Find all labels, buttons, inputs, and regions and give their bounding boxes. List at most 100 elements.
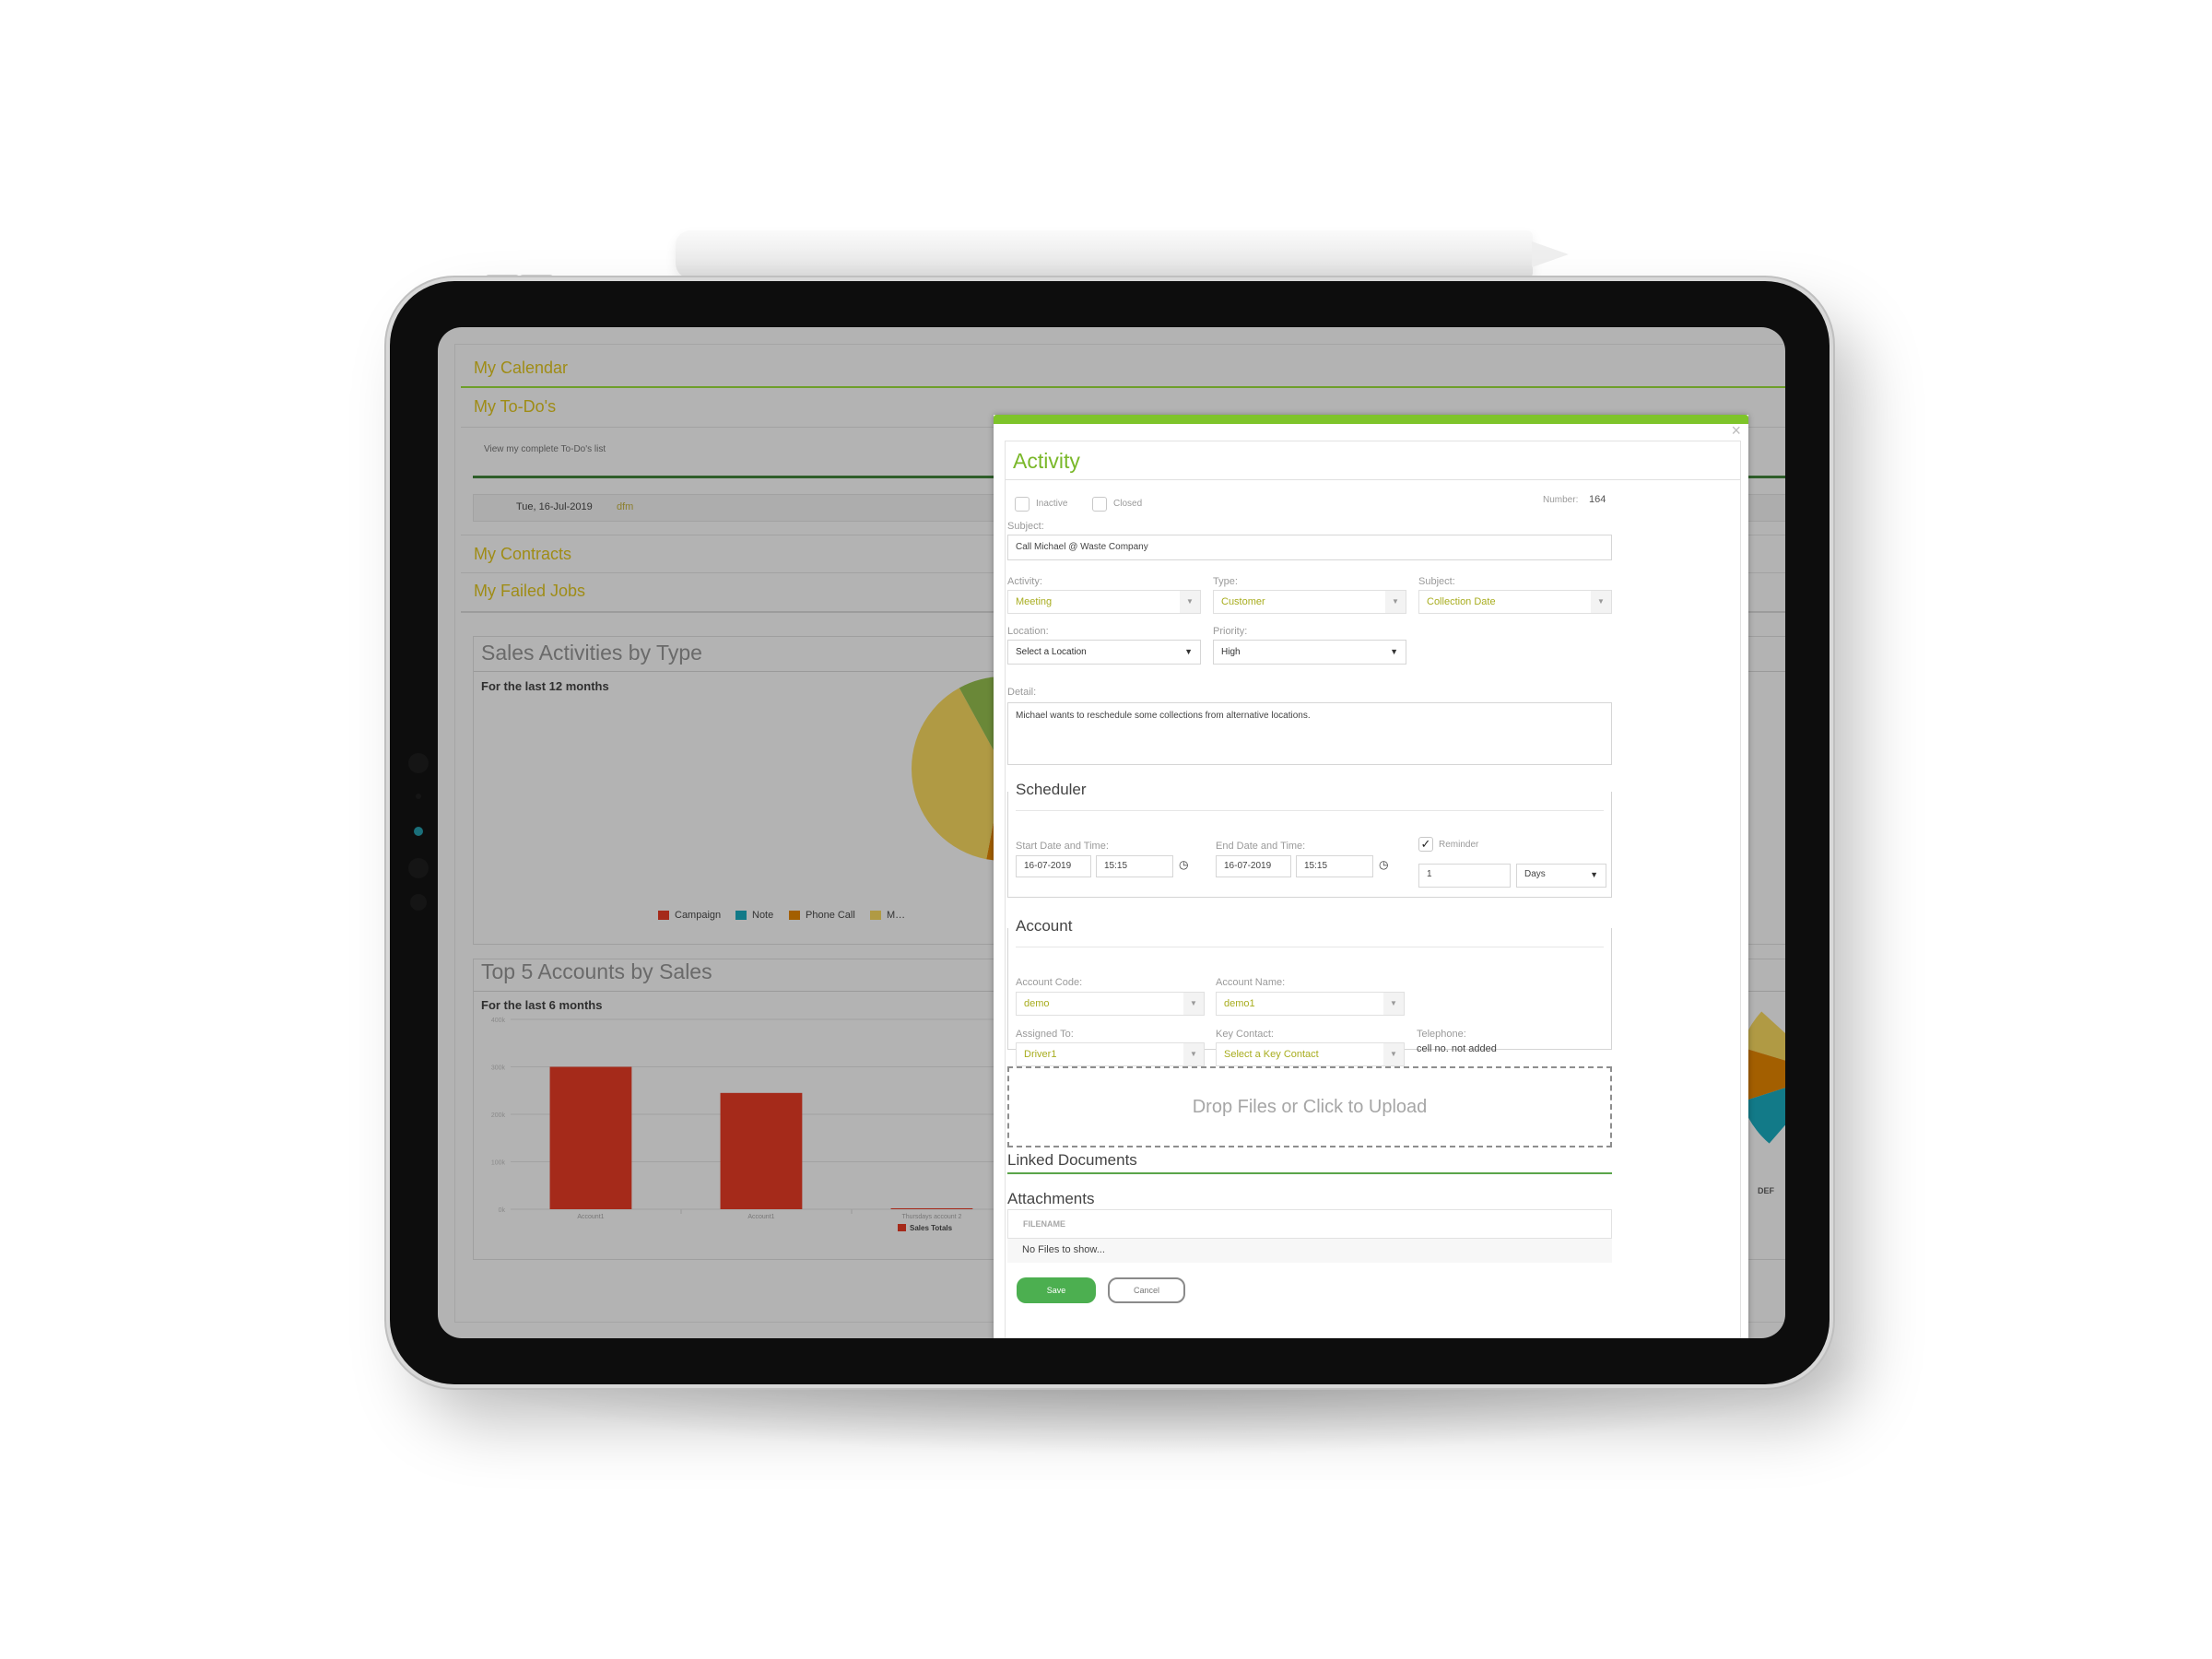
sensor-dot bbox=[416, 794, 421, 799]
todo-date: Tue, 16-Jul-2019 bbox=[516, 501, 593, 512]
sensor-dot bbox=[408, 858, 429, 878]
panel-title[interactable]: My Contracts bbox=[474, 545, 571, 564]
cancel-button[interactable]: Cancel bbox=[1108, 1277, 1185, 1303]
reminder-amount-input[interactable]: 1 bbox=[1418, 864, 1511, 888]
start-time-input[interactable]: 15:15 bbox=[1096, 855, 1173, 877]
divider bbox=[1006, 479, 1740, 480]
bar bbox=[890, 1207, 973, 1209]
clock-icon[interactable]: ◷ bbox=[1179, 858, 1188, 871]
account-code-label: Account Code: bbox=[1016, 977, 1083, 988]
panel-title[interactable]: My To-Do's bbox=[474, 397, 556, 417]
x-tick-label: Thursdays account 2 bbox=[901, 1214, 961, 1220]
location-select[interactable]: Select a Location ▼ bbox=[1007, 640, 1201, 665]
telephone-label: Telephone: bbox=[1417, 1029, 1466, 1040]
x-tick-label: Account1 bbox=[747, 1214, 774, 1220]
chevron-down-icon: ▼ bbox=[1180, 591, 1200, 613]
legend-item[interactable]: Campaign bbox=[658, 910, 721, 921]
reminder-checkbox[interactable]: ✓ bbox=[1418, 837, 1433, 852]
location-value: Select a Location bbox=[1016, 647, 1087, 657]
key-contact-value: Select a Key Contact bbox=[1224, 1049, 1319, 1060]
start-date-input[interactable]: 16-07-2019 bbox=[1016, 855, 1091, 877]
subject2-select[interactable]: Collection Date ▼ bbox=[1418, 590, 1612, 614]
priority-select[interactable]: High ▼ bbox=[1213, 640, 1406, 665]
y-tick-label: 300k bbox=[491, 1065, 506, 1072]
legend-label: Campaign bbox=[675, 910, 722, 921]
assigned-to-label: Assigned To: bbox=[1016, 1029, 1074, 1040]
panel-title[interactable]: My Failed Jobs bbox=[474, 582, 585, 601]
legend-label: Sales Totals bbox=[910, 1224, 953, 1232]
sensor-dot bbox=[408, 753, 429, 773]
account-name-select[interactable]: demo1 ▼ bbox=[1216, 992, 1405, 1016]
panel-my-calendar[interactable]: My Calendar bbox=[461, 351, 1785, 387]
divider bbox=[1016, 810, 1604, 811]
y-tick-label: 200k bbox=[491, 1112, 506, 1119]
y-tick-label: 0k bbox=[499, 1207, 506, 1214]
reminder-unit-select[interactable]: Days ▼ bbox=[1516, 864, 1606, 888]
scheduler-fieldset: Scheduler Start Date and Time: 16-07-201… bbox=[1007, 781, 1612, 898]
legend-item[interactable]: M… bbox=[870, 910, 905, 921]
end-date-input[interactable]: 16-07-2019 bbox=[1216, 855, 1291, 877]
save-button[interactable]: Save bbox=[1017, 1277, 1096, 1303]
file-drop-zone[interactable]: Drop Files or Click to Upload bbox=[1007, 1066, 1612, 1147]
priority-label: Priority: bbox=[1213, 626, 1248, 637]
account-name-value: demo1 bbox=[1224, 998, 1255, 1009]
attachments-empty-row: No Files to show... bbox=[1007, 1239, 1612, 1263]
column-filename[interactable]: FILENAME bbox=[1023, 1219, 1065, 1229]
detail-textarea[interactable]: Michael wants to reschedule some collect… bbox=[1007, 702, 1612, 765]
caret-down-icon: ▼ bbox=[1390, 647, 1398, 656]
reminder-label: Reminder bbox=[1439, 840, 1479, 850]
caret-down-icon: ▼ bbox=[1590, 870, 1598, 879]
key-contact-select[interactable]: Select a Key Contact ▼ bbox=[1216, 1042, 1405, 1066]
divider bbox=[1007, 1172, 1612, 1174]
chevron-down-icon: ▼ bbox=[1183, 993, 1204, 1015]
legend-item[interactable]: Phone Call bbox=[789, 910, 855, 921]
y-tick-label: 100k bbox=[491, 1160, 506, 1167]
panel-title[interactable]: My Calendar bbox=[474, 359, 568, 378]
legend-item[interactable]: Note bbox=[735, 910, 773, 921]
number-value: 164 bbox=[1589, 494, 1606, 505]
account-code-select[interactable]: demo ▼ bbox=[1016, 992, 1205, 1016]
close-icon[interactable]: × bbox=[1731, 422, 1741, 439]
subject-input[interactable]: Call Michael @ Waste Company bbox=[1007, 535, 1612, 560]
inactive-label: Inactive bbox=[1036, 499, 1068, 509]
legend-swatch bbox=[870, 911, 881, 920]
location-label: Location: bbox=[1007, 626, 1049, 637]
legend-swatch bbox=[735, 911, 747, 920]
legend-swatch bbox=[789, 911, 800, 920]
end-time-input[interactable]: 15:15 bbox=[1296, 855, 1373, 877]
todo-list-link[interactable]: View my complete To-Do's list bbox=[484, 444, 606, 454]
sensor-dot bbox=[410, 894, 427, 911]
assigned-to-select[interactable]: Driver1 ▼ bbox=[1016, 1042, 1205, 1066]
chevron-down-icon: ▼ bbox=[1385, 591, 1406, 613]
stylus-tip bbox=[1532, 241, 1569, 267]
legend-label: M… bbox=[887, 910, 906, 921]
x-tick-label: Account1 bbox=[577, 1214, 604, 1220]
bar-chart: 0k 100k 200k 300k 400k Account1 Account1 Thursd… bbox=[491, 1018, 1022, 1232]
activity-select[interactable]: Meeting ▼ bbox=[1007, 590, 1201, 614]
modal-title: Activity bbox=[1013, 449, 1080, 473]
activity-label: Activity: bbox=[1007, 576, 1042, 587]
todo-user: dfm bbox=[617, 501, 634, 512]
attachments-table-header: FILENAME bbox=[1007, 1209, 1612, 1239]
activity-modal: × Activity Inactive Closed Number: 164 S… bbox=[994, 415, 1748, 1338]
legend-label: Note bbox=[752, 910, 774, 921]
tablet-screen: My Calendar My To-Do's View my complete … bbox=[438, 327, 1785, 1338]
subject2-value: Collection Date bbox=[1427, 596, 1496, 607]
closed-checkbox[interactable] bbox=[1092, 497, 1107, 512]
chevron-down-icon: ▼ bbox=[1183, 1043, 1204, 1065]
closed-label: Closed bbox=[1113, 499, 1143, 509]
bar bbox=[720, 1092, 803, 1209]
chevron-down-icon: ▼ bbox=[1383, 1043, 1404, 1065]
account-code-value: demo bbox=[1024, 998, 1050, 1009]
clock-icon[interactable]: ◷ bbox=[1379, 858, 1388, 871]
telephone-value: cell no. not added bbox=[1417, 1043, 1497, 1054]
type-select[interactable]: Customer ▼ bbox=[1213, 590, 1406, 614]
legend-label: Phone Call bbox=[806, 910, 855, 921]
subject2-label: Subject: bbox=[1418, 576, 1455, 587]
bar bbox=[549, 1066, 632, 1209]
end-label: End Date and Time: bbox=[1216, 841, 1306, 852]
detail-label: Detail: bbox=[1007, 687, 1037, 698]
attachments-heading: Attachments bbox=[1007, 1190, 1095, 1207]
inactive-checkbox[interactable] bbox=[1015, 497, 1030, 512]
key-contact-label: Key Contact: bbox=[1216, 1029, 1274, 1040]
